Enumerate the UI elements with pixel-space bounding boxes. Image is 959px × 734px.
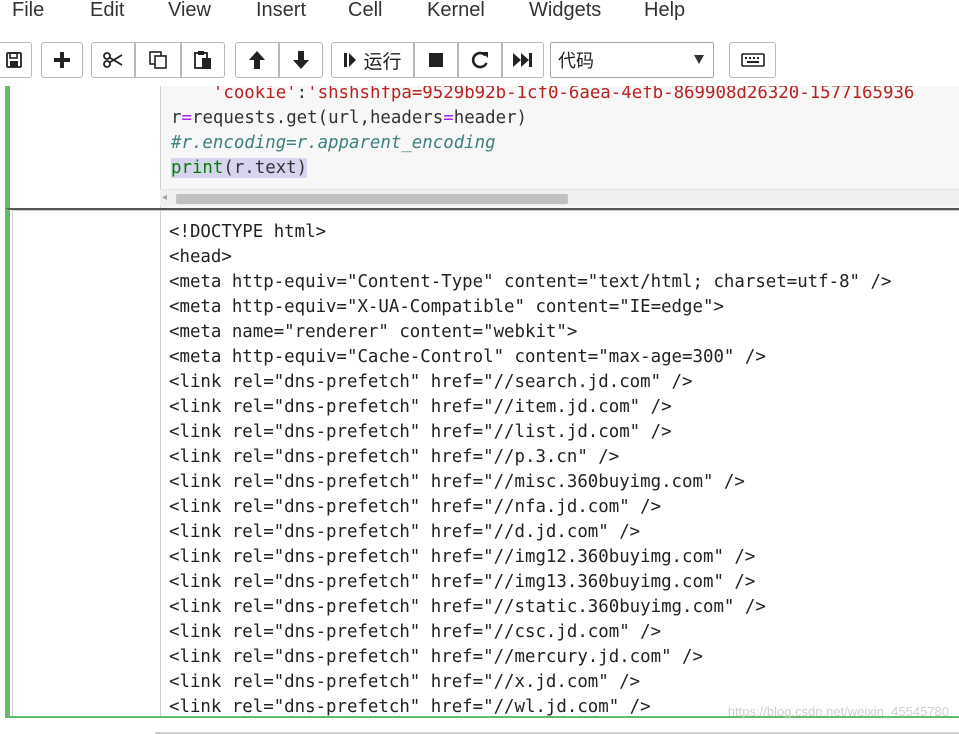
output-line: <meta http-equiv="Cache-Control" content… (169, 347, 766, 367)
code-token: (r.text) (223, 158, 308, 178)
move-down-button[interactable] (279, 42, 323, 78)
move-up-button[interactable] (235, 42, 279, 78)
copy-icon (149, 51, 167, 69)
output-line: <!DOCTYPE html> (169, 222, 327, 242)
notebook: 'cookie':'shshshfpa=9529b92b-1cf0-6aea-4… (0, 86, 959, 734)
output-line: <meta name="renderer" content="webkit"> (169, 322, 578, 342)
menu-insert[interactable]: Insert (256, 0, 306, 24)
copy-button[interactable] (135, 42, 181, 78)
code-token: = (181, 108, 192, 128)
output-line: <link rel="dns-prefetch" href="//static.… (169, 597, 766, 617)
scrollbar-thumb[interactable] (176, 194, 568, 204)
paste-button[interactable] (181, 42, 225, 78)
output-line: <link rel="dns-prefetch" href="//search.… (169, 372, 693, 392)
run-label: 运行 (363, 51, 402, 73)
code-token: = (443, 108, 454, 128)
output-line: <link rel="dns-prefetch" href="//x.jd.co… (169, 672, 641, 692)
scissors-icon (103, 52, 123, 68)
toolbar: 运行 代码 (0, 38, 959, 82)
output-line: <link rel="dns-prefetch" href="//wl.jd.c… (169, 697, 651, 716)
cell-type-value: 代码 (558, 51, 594, 71)
output-line: <link rel="dns-prefetch" href="//nfa.jd.… (169, 497, 662, 517)
save-icon (6, 52, 22, 68)
output-line: <link rel="dns-prefetch" href="//mercury… (169, 647, 703, 667)
watermark: https://blog.csdn.net/weixin_45545780 (727, 704, 949, 719)
menu-edit[interactable]: Edit (90, 0, 124, 24)
step-forward-icon (344, 53, 357, 67)
code-line: r=requests.get(url,headers=header) (171, 106, 527, 131)
refresh-icon (471, 51, 488, 69)
code-token: print (171, 158, 224, 178)
scroll-left-icon[interactable]: ◂ (162, 192, 167, 204)
output-cell[interactable]: <!DOCTYPE html> <head> <meta http-equiv="C… (5, 208, 959, 718)
output-line: <link rel="dns-prefetch" href="//csc.jd.… (169, 622, 662, 642)
output-line: <head> (169, 247, 232, 267)
command-palette-button[interactable] (729, 42, 776, 78)
output-line: <link rel="dns-prefetch" href="//list.jd… (169, 422, 672, 442)
arrow-up-icon (249, 51, 265, 69)
insert-cell-button[interactable] (41, 42, 83, 78)
code-line: #r.encoding=r.apparent_encoding (171, 131, 496, 156)
menu-kernel[interactable]: Kernel (427, 0, 485, 24)
output-prompt (12, 210, 160, 716)
paste-icon (194, 51, 211, 69)
save-button[interactable] (0, 42, 32, 78)
code-token: 'shshshfpa=9529b92b-1cf0-6aea-4efb-86990… (307, 86, 915, 103)
code-token: : (296, 86, 308, 103)
code-token: requests.get(url,headers (191, 108, 444, 128)
output-line: <link rel="dns-prefetch" href="//p.3.cn"… (169, 447, 620, 467)
code-line: print(r.text) (171, 156, 308, 181)
keyboard-icon (740, 53, 765, 67)
cell-type-select[interactable]: 代码 (550, 42, 714, 78)
output-line: <link rel="dns-prefetch" href="//d.jd.co… (169, 522, 641, 542)
menu-help[interactable]: Help (644, 0, 685, 24)
arrow-down-icon (293, 51, 309, 69)
horizontal-scrollbar[interactable]: ◂ (160, 189, 959, 206)
chevron-down-icon (694, 55, 704, 64)
output-area: <!DOCTYPE html> <head> <meta http-equiv="C… (160, 210, 959, 716)
menu-file[interactable]: File (12, 0, 44, 24)
code-token: 'cookie' (212, 86, 297, 103)
plus-icon (54, 52, 70, 68)
stop-icon (429, 53, 443, 67)
code-cell[interactable]: 'cookie':'shshshfpa=9529b92b-1cf0-6aea-4… (5, 86, 959, 208)
menu-bar: File Edit View Insert Cell Kernel Widget… (0, 0, 959, 26)
menu-view[interactable]: View (168, 0, 211, 24)
run-button[interactable]: 运行 (331, 42, 414, 78)
cut-button[interactable] (91, 42, 135, 78)
output-line: <link rel="dns-prefetch" href="//item.jd… (169, 397, 672, 417)
menu-widgets[interactable]: Widgets (529, 0, 601, 24)
interrupt-kernel-button[interactable] (414, 42, 458, 78)
restart-kernel-button[interactable] (458, 42, 502, 78)
output-line: <link rel="dns-prefetch" href="//img12.3… (169, 547, 756, 567)
output-line: <link rel="dns-prefetch" href="//misc.36… (169, 472, 745, 492)
code-line: 'cookie':'shshshfpa=9529b92b-1cf0-6aea-4… (171, 86, 915, 106)
output-line: <meta http-equiv="X-UA-Compatible" conte… (169, 297, 724, 317)
code-token: header) (453, 108, 528, 128)
code-token: #r.encoding=r.apparent_encoding (171, 133, 496, 153)
menu-cell[interactable]: Cell (348, 0, 382, 24)
output-line: <link rel="dns-prefetch" href="//img13.3… (169, 572, 756, 592)
output-line: <meta http-equiv="Content-Type" content=… (169, 272, 892, 292)
run-all-button[interactable] (502, 42, 544, 78)
fast-forward-icon (513, 53, 532, 67)
code-token: r (171, 108, 182, 128)
